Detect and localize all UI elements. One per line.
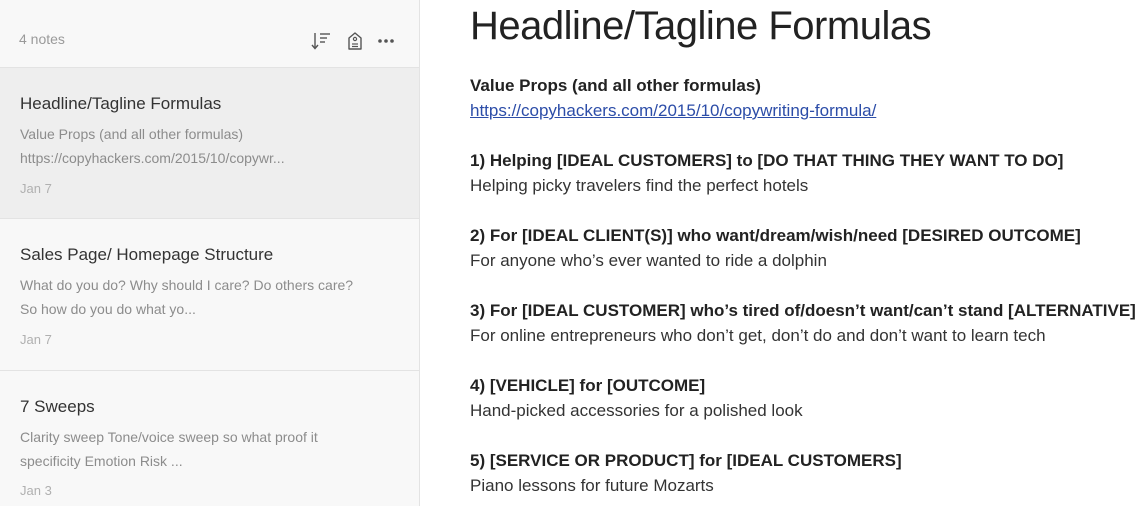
note-list-panel: 4 notes Headline/Tagline Formulas Value … bbox=[0, 0, 420, 506]
formula-heading: 4) [VEHICLE] for [OUTCOME] bbox=[470, 376, 706, 395]
formula-heading: 2) For [IDEAL CLIENT(S)] who want/dream/… bbox=[470, 226, 1081, 245]
formula-example: For online entrepreneurs who don’t get, … bbox=[470, 326, 1046, 345]
note-item-headline-tagline[interactable]: Headline/Tagline Formulas Value Props (a… bbox=[0, 68, 419, 219]
note-snippet: Clarity sweep Tone/voice sweep so what p… bbox=[20, 429, 318, 445]
formula-heading: 5) [SERVICE OR PRODUCT] for [IDEAL CUSTO… bbox=[470, 451, 902, 470]
tag-icon[interactable] bbox=[342, 28, 368, 54]
note-item-7-sweeps[interactable]: 7 Sweeps Clarity sweep Tone/voice sweep … bbox=[0, 371, 419, 506]
note-snippet: specificity Emotion Risk ... bbox=[20, 453, 183, 469]
note-item-sales-page[interactable]: Sales Page/ Homepage Structure What do y… bbox=[0, 219, 419, 371]
note-snippet: What do you do? Why should I care? Do ot… bbox=[20, 277, 354, 293]
copyhackers-link[interactable]: https://copyhackers.com/2015/10/copywrit… bbox=[470, 101, 876, 120]
more-icon[interactable] bbox=[373, 28, 399, 54]
formula-heading: 3) For [IDEAL CUSTOMER] who’s tired of/d… bbox=[470, 301, 1136, 320]
note-title: 7 Sweeps bbox=[20, 397, 95, 416]
note-editor[interactable]: Headline/Tagline Formulas Value Props (a… bbox=[420, 0, 1147, 506]
note-count: 4 notes bbox=[19, 31, 65, 47]
note-snippet: https://copyhackers.com/2015/10/copywr..… bbox=[20, 150, 285, 166]
formula-example: Hand-picked accessories for a polished l… bbox=[470, 401, 803, 420]
note-date: Jan 7 bbox=[20, 332, 52, 347]
sort-icon[interactable] bbox=[308, 28, 334, 54]
note-date: Jan 3 bbox=[20, 483, 52, 498]
note-title: Headline/Tagline Formulas bbox=[20, 94, 222, 113]
note-snippet: Value Props (and all other formulas) bbox=[20, 126, 244, 142]
intro-link-line: https://copyhackers.com/2015/10/copywrit… bbox=[470, 101, 876, 121]
note-snippet: So how do you do what yo... bbox=[20, 301, 196, 317]
intro-heading: Value Props (and all other formulas) bbox=[470, 76, 761, 95]
note-date: Jan 7 bbox=[20, 181, 52, 196]
note-list-header: 4 notes bbox=[0, 0, 419, 68]
formula-example: Helping picky travelers find the perfect… bbox=[470, 176, 809, 195]
formula-example: For anyone who’s ever wanted to ride a d… bbox=[470, 251, 827, 270]
formula-heading: 1) Helping [IDEAL CUSTOMERS] to [DO THAT… bbox=[470, 151, 1064, 170]
note-title: Sales Page/ Homepage Structure bbox=[20, 245, 274, 264]
formula-example: Piano lessons for future Mozarts bbox=[470, 476, 714, 495]
note-title-heading[interactable]: Headline/Tagline Formulas bbox=[470, 4, 932, 49]
